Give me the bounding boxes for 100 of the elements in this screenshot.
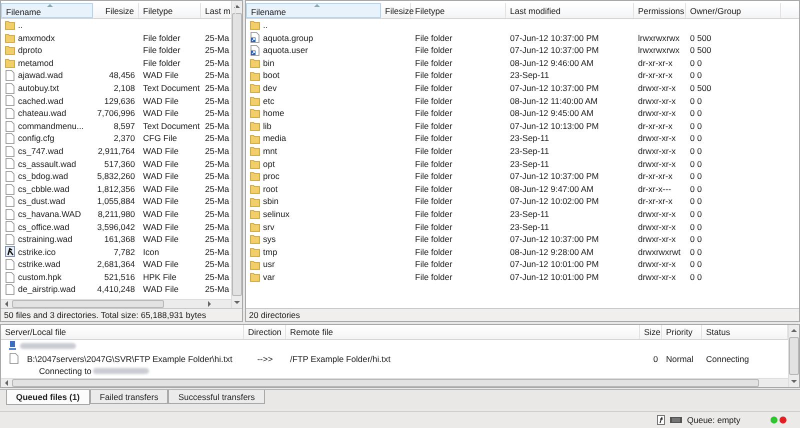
file-type: WAD File [143,171,179,182]
file-name: cstrike.ico [18,246,56,258]
permissions: drwxr-xr-x [638,259,676,270]
file-size: 161,368 [104,234,135,244]
file-icon [5,208,15,220]
permissions: drwxr-xr-x [638,146,676,156]
permissions: drwxr-xr-x [638,272,676,282]
file-name: srv [263,220,274,234]
file-icon [5,272,15,283]
file-name: proc [263,170,280,183]
file-type: File folder [415,133,452,144]
modified-date: 25-Ma [205,259,230,270]
modified-date: 25-Ma [205,108,230,118]
permissions: drwxr-xr-x [638,208,676,219]
column-header[interactable]: Direction [244,325,286,339]
file-size: 521,516 [104,272,135,282]
modified-date: 25-Ma [205,58,230,68]
column-header[interactable]: Last modified [506,3,634,18]
modified-date: 25-Ma [205,284,230,294]
file-type: WAD File [143,259,179,270]
column-header[interactable]: Filetype [139,3,201,18]
file-name: sbin [263,195,279,208]
file-icon [5,259,15,270]
folder-icon [250,209,260,220]
owner-group: 0 0 [690,58,702,68]
status-text: 50 files and 3 directories. Total size: 65,188,931 bytes [4,310,206,320]
column-header[interactable]: Filesize [381,3,411,18]
owner-group: 0 0 [690,171,702,182]
column-header[interactable]: Priority [662,325,702,339]
permissions: dr-xr-xr-x [638,70,672,80]
keyboard-icon[interactable] [670,417,682,423]
file-name: home [263,107,284,120]
file-name: aquota.user [263,44,308,57]
horizontal-scrollbar[interactable] [1,378,788,387]
file-type: File folder [415,108,452,118]
permissions: lrwxrwxrwx [638,32,680,43]
file-type: WAD File [143,108,179,118]
file-type: WAD File [143,208,179,219]
queue-tab[interactable]: Queued files (1) [6,390,90,405]
modified-date: 07-Jun-12 10:37:00 PM [510,234,599,244]
owner-group: 0 0 [690,108,702,118]
queue-tab[interactable]: Successful transfers [168,390,265,404]
modified-date: 25-Ma [205,222,230,232]
modified-date: 25-Ma [205,184,230,194]
permissions: drwxr-xr-x [638,234,676,244]
permissions: drwxr-xr-x [638,96,676,106]
owner-group: 0 0 [690,146,702,156]
column-header[interactable]: Filesize [93,3,139,18]
file-name: commandmenu... [18,120,84,132]
column-header[interactable]: Remote file [286,325,640,339]
column-header[interactable]: Server/Local file [1,325,244,339]
file-name: ajawad.wad [18,69,63,82]
file-type: WAD File [143,234,179,244]
file-type: File folder [415,208,452,219]
folder-icon [5,58,15,68]
modified-date: 07-Jun-12 10:37:00 PM [510,32,599,43]
column-header[interactable]: Size [640,325,662,339]
file-size: 2,370 [114,133,135,144]
file-size: 8,211,980 [98,208,135,219]
vertical-scrollbar[interactable] [788,325,799,387]
permissions: dr-xr-xr-x [638,196,672,206]
owner-group: 0 0 [690,196,702,206]
activity-lights-icon[interactable] [770,416,788,424]
file-name: metamod [18,56,54,70]
file-name: config.cfg [18,132,54,145]
column-header[interactable]: Filename [246,3,381,18]
blurred-text [20,343,76,350]
owner-group: 0 0 [690,184,702,194]
file-type: File folder [415,222,452,232]
vertical-scrollbar[interactable] [231,1,242,308]
file-size: 517,360 [104,158,135,169]
modified-date: 23-Sep-11 [510,222,550,232]
queue-tab[interactable]: Failed transfers [90,390,168,404]
folder-icon [250,134,260,144]
shortcut-file-icon [250,44,260,56]
file-icon [5,170,15,182]
modified-date: 07-Jun-12 10:01:00 PM [510,259,599,270]
file-name: cached.wad [18,94,64,108]
modified-date: 25-Ma [205,196,230,206]
sort-arrow-icon [47,4,53,7]
column-header[interactable]: Permissions [634,3,686,18]
modified-date: 25-Ma [205,171,230,182]
file-icon [9,353,19,364]
column-header[interactable]: Filename [1,3,93,18]
file-type: HPK File [143,272,177,282]
priority: Normal [666,354,694,364]
folder-icon [250,108,260,118]
file-name: bin [263,56,274,70]
local-path: B:\2047servers\2047G\SVR\FTP Example Folder\hi.txt [27,352,232,365]
file-type: WAD File [143,70,179,80]
file-name: boot [263,69,280,82]
modified-date: 07-Jun-12 10:37:00 PM [510,171,599,182]
column-header[interactable]: Owner/Group [686,3,781,18]
folder-icon [5,20,15,30]
speed-limit-icon[interactable] [657,415,665,425]
modified-date: 25-Ma [205,208,230,219]
file-type: WAD File [143,196,179,206]
horizontal-scrollbar[interactable] [1,299,231,308]
file-name: chateau.wad [18,107,66,120]
file-icon [5,120,15,132]
